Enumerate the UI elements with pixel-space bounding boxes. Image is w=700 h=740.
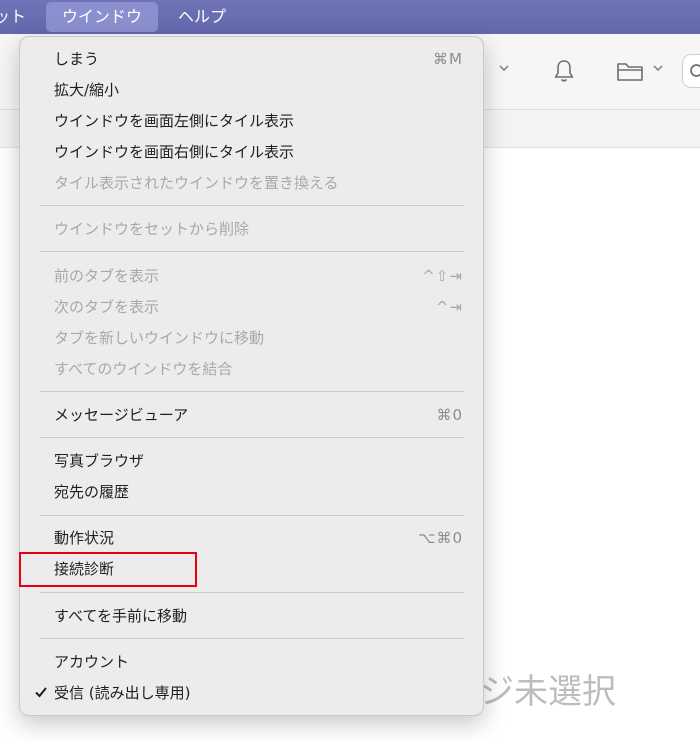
menu-item-label: 受信 (読み出し専用): [54, 684, 191, 702]
menu-item-label: ウインドウを画面左側にタイル表示: [54, 112, 295, 130]
checkmark-icon: [34, 678, 48, 708]
bell-icon[interactable]: [552, 58, 576, 88]
menu-bar: ット ウインドウ ヘルプ: [0, 0, 700, 34]
menu-separator: [40, 592, 464, 593]
folder-icon[interactable]: [616, 60, 644, 86]
highlight-box: [19, 552, 197, 587]
folder-chevron-down-icon[interactable]: [652, 62, 664, 77]
menu-item-shortcut: ⌘0: [436, 406, 463, 424]
menubar-item-edit-partial[interactable]: ット: [0, 0, 42, 34]
menu-item-previous-tab[interactable]: 前のタブを表示 ^⇧⇥: [20, 261, 483, 291]
menu-item-label: 写真ブラウザ: [54, 452, 145, 470]
menu-separator: [40, 515, 464, 516]
menu-item-tile-right[interactable]: ウインドウを画面右側にタイル表示: [20, 137, 483, 167]
menu-separator: [40, 205, 464, 206]
no-selection-text: ジ未選択: [480, 672, 616, 712]
menu-item-activity[interactable]: 動作状況 ⌥⌘0: [20, 523, 483, 553]
menu-item-remove-from-set[interactable]: ウインドウをセットから削除: [20, 214, 483, 244]
menu-item-account[interactable]: アカウント: [20, 647, 483, 677]
menu-item-label: 拡大/縮小: [54, 81, 120, 99]
menu-item-shortcut: ^⇧⇥: [422, 267, 463, 285]
menu-item-zoom[interactable]: 拡大/縮小: [20, 75, 483, 105]
menu-item-label: タブを新しいウインドウに移動: [54, 329, 265, 347]
menu-item-shortcut: ⌥⌘0: [418, 529, 463, 547]
menu-item-label: すべてを手前に移動: [54, 607, 188, 625]
menu-separator: [40, 437, 464, 438]
menu-item-label: アカウント: [54, 653, 130, 671]
window-menu: しまう ⌘M 拡大/縮小 ウインドウを画面左側にタイル表示 ウインドウを画面右側…: [19, 36, 484, 716]
menu-item-move-tab-to-window[interactable]: タブを新しいウインドウに移動: [20, 323, 483, 353]
menu-separator: [40, 391, 464, 392]
search-icon: [690, 64, 700, 77]
menu-item-inbox-readonly[interactable]: 受信 (読み出し専用): [20, 678, 483, 708]
menu-item-label: ウインドウをセットから削除: [54, 220, 250, 238]
menu-item-tile-left[interactable]: ウインドウを画面左側にタイル表示: [20, 106, 483, 136]
menu-item-label: ウインドウを画面右側にタイル表示: [54, 143, 295, 161]
menu-item-label: 宛先の履歴: [54, 483, 130, 501]
menu-item-label: しまう: [54, 50, 100, 68]
menu-item-photo-browser[interactable]: 写真ブラウザ: [20, 446, 483, 476]
menu-item-label: 前のタブを表示: [54, 267, 160, 285]
menu-item-minimize[interactable]: しまう ⌘M: [20, 44, 483, 74]
menu-item-shortcut: ^⇥: [435, 298, 463, 316]
menu-item-replace-tiled[interactable]: タイル表示されたウインドウを置き換える: [20, 168, 483, 198]
menubar-item-window[interactable]: ウインドウ: [46, 2, 159, 32]
menu-separator: [40, 638, 464, 639]
menu-item-bring-all-to-front[interactable]: すべてを手前に移動: [20, 601, 483, 631]
menu-item-label: メッセージビューア: [54, 406, 189, 424]
menu-item-label: 動作状況: [54, 529, 115, 547]
menu-item-next-tab[interactable]: 次のタブを表示 ^⇥: [20, 292, 483, 322]
menu-item-label: 次のタブを表示: [54, 298, 160, 316]
menubar-item-help[interactable]: ヘルプ: [162, 0, 242, 34]
menu-separator: [40, 251, 464, 252]
menu-item-merge-windows[interactable]: すべてのウインドウを結合: [20, 354, 483, 384]
menu-item-label: タイル表示されたウインドウを置き換える: [54, 174, 339, 192]
menu-item-previous-recipients[interactable]: 宛先の履歴: [20, 477, 483, 507]
menu-item-shortcut: ⌘M: [433, 50, 463, 68]
search-field[interactable]: [682, 54, 700, 88]
menu-item-message-viewer[interactable]: メッセージビューア ⌘0: [20, 400, 483, 430]
chevron-down-icon[interactable]: [498, 62, 510, 77]
menu-item-label: すべてのウインドウを結合: [54, 360, 233, 378]
